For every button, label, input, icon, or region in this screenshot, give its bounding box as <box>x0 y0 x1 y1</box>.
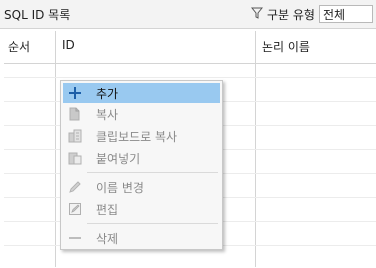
panel-header: SQL ID 목록 구분 유형 전체 <box>0 0 376 29</box>
column-header-id[interactable]: ID <box>62 38 75 52</box>
table-header: 순서 ID 논리 이름 <box>4 31 376 64</box>
plus-icon <box>67 85 83 101</box>
panel-title: SQL ID 목록 <box>4 8 71 22</box>
menu-item-copy[interactable]: 복사 <box>63 104 220 124</box>
context-menu: 추가 복사 클립보드로 복사 붙여넣기 이름 변경 편집 삭제 <box>60 80 223 250</box>
menu-item-label: 붙여넣기 <box>96 151 141 166</box>
table-row[interactable] <box>4 77 376 78</box>
menu-item-label: 삭제 <box>96 231 119 246</box>
menu-item-label: 이름 변경 <box>96 180 144 195</box>
menu-item-label: 편집 <box>96 202 119 217</box>
edit-icon <box>67 201 83 217</box>
menu-item-delete[interactable]: 삭제 <box>63 228 220 248</box>
menu-item-paste[interactable]: 붙여넣기 <box>63 148 220 168</box>
menu-item-add[interactable]: 추가 <box>63 83 220 103</box>
rename-icon <box>67 179 83 195</box>
menu-item-edit[interactable]: 편집 <box>63 199 220 219</box>
column-header-logical-name[interactable]: 논리 이름 <box>262 38 310 55</box>
menu-item-label: 복사 <box>96 107 119 122</box>
paste-icon <box>67 150 83 166</box>
column-header-order[interactable]: 순서 <box>8 38 30 55</box>
clipboard-copy-icon <box>67 128 83 144</box>
menu-item-rename[interactable]: 이름 변경 <box>63 177 220 197</box>
filter-icon <box>250 7 267 22</box>
filter-label: 구분 유형 <box>267 7 315 22</box>
copy-icon <box>67 106 83 122</box>
menu-item-copy-to-clipboard[interactable]: 클립보드로 복사 <box>63 126 220 146</box>
delete-icon <box>67 230 83 246</box>
menu-separator <box>87 223 218 224</box>
type-filter: 구분 유형 전체 <box>250 5 373 23</box>
menu-item-label: 추가 <box>96 86 119 101</box>
sql-id-list-panel: SQL ID 목록 구분 유형 전체 순서 ID 논리 이름 추가 복사 클립보… <box>0 0 376 268</box>
menu-item-label: 클립보드로 복사 <box>96 129 178 144</box>
filter-type-select[interactable]: 전체 <box>318 5 373 23</box>
menu-separator <box>87 172 218 173</box>
